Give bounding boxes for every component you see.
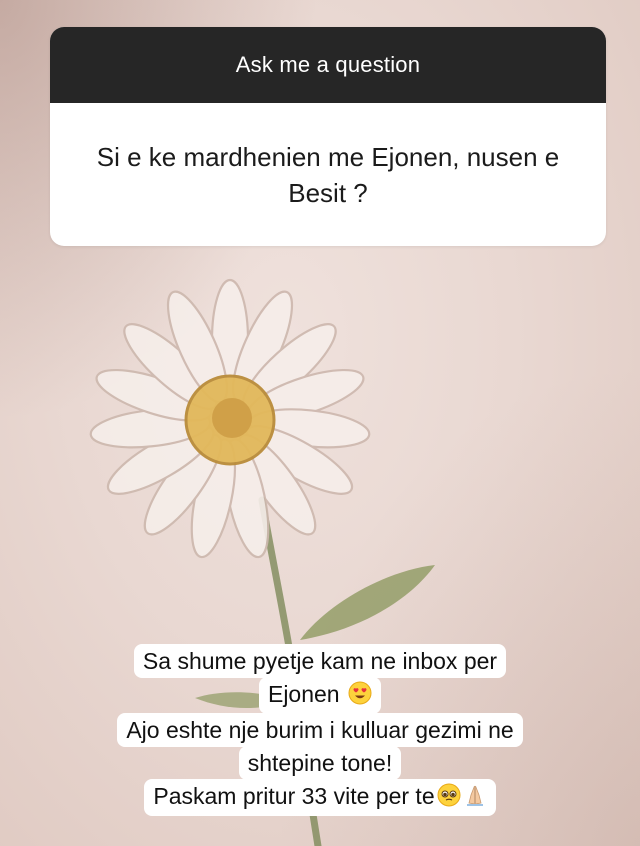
caption-text-block: Sa shume pyetje kam ne inbox per Ejonen …: [0, 644, 640, 816]
caption-line-5-text: Paskam pritur 33 vite per te: [153, 783, 435, 809]
heart-eyes-emoji-icon: [348, 681, 372, 712]
flower-leaf-right: [300, 565, 435, 640]
caption-line-5: Paskam pritur 33 vite per te: [144, 779, 496, 816]
caption-line-1: Sa shume pyetje kam ne inbox per: [133, 644, 507, 678]
caption-line-2-text: Ejonen: [267, 681, 340, 707]
caption-line-2: Ejonen: [258, 677, 381, 714]
question-text: Si e ke mardhenien me Ejonen, nusen e Be…: [96, 141, 560, 208]
question-sticker-header: Ask me a question: [50, 27, 606, 103]
folded-hands-emoji-icon: [463, 783, 487, 814]
pleading-face-emoji-icon: [437, 783, 461, 814]
caption-line-4: shtepine tone!: [238, 746, 402, 780]
question-sticker[interactable]: Ask me a question Si e ke mardhenien me …: [50, 27, 606, 246]
caption-line-3: Ajo eshte nje burim i kulluar gezimi ne: [117, 713, 523, 747]
story-canvas: Ask me a question Si e ke mardhenien me …: [0, 0, 640, 846]
